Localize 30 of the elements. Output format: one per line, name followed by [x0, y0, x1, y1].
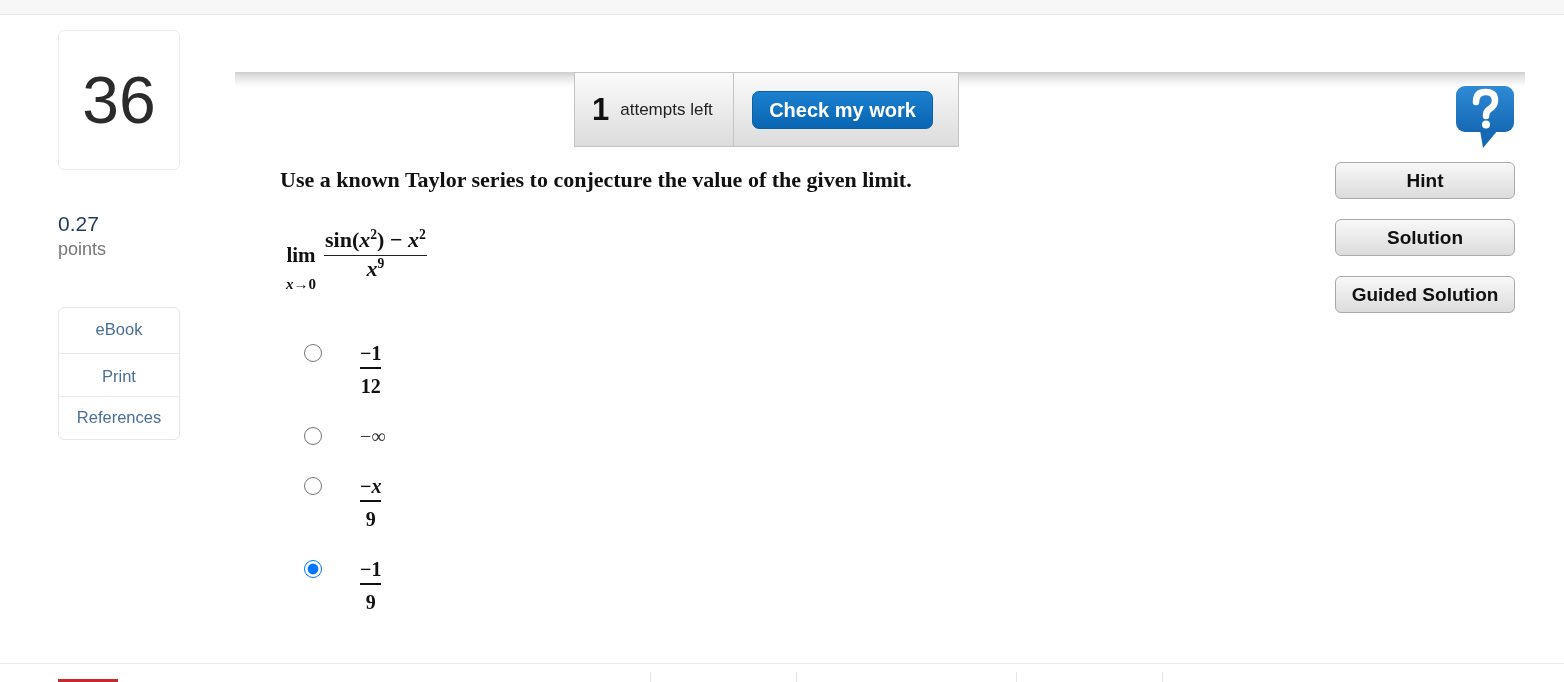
help-icon[interactable]: [1456, 86, 1514, 148]
limit-denominator: x$^{9}$: [365, 256, 386, 282]
side-button[interactable]: Solution: [1335, 219, 1515, 256]
choice-denominator: 12: [360, 374, 382, 397]
limit-subscript: x→0: [286, 275, 316, 293]
side-button[interactable]: Guided Solution: [1335, 276, 1515, 313]
active-tab-indicator: [58, 679, 118, 682]
limit-numerator: sin(x$^{2}$) − x$^{2}$: [324, 227, 427, 256]
choice-denominator: 9: [364, 507, 377, 530]
side-button[interactable]: Hint: [1335, 162, 1515, 199]
resource-link[interactable]: Print: [59, 354, 179, 396]
radio-button[interactable]: [304, 560, 322, 578]
choice-numerator: −x: [360, 475, 382, 502]
resource-link[interactable]: eBook: [59, 308, 179, 353]
radio-button[interactable]: [304, 344, 322, 362]
check-work-button[interactable]: Check my work: [752, 90, 933, 129]
question-number: 36: [82, 67, 156, 133]
choice-numerator: −1: [360, 342, 382, 369]
resource-link[interactable]: References: [59, 397, 179, 439]
limit-operator: lim: [286, 242, 316, 268]
choice-denominator: 9: [364, 590, 377, 613]
attempts-count: 1: [592, 94, 610, 125]
radio-button[interactable]: [304, 427, 322, 445]
choice-text: −∞: [360, 425, 386, 447]
points-value: 0.27: [58, 212, 99, 236]
radio-button[interactable]: [304, 477, 322, 495]
question-prompt: Use a known Taylor series to conjecture the value of the given limit.: [280, 168, 913, 192]
points-label: points: [58, 238, 107, 260]
choice-numerator: −1: [360, 558, 382, 585]
attempts-label: attempts left: [620, 98, 713, 121]
